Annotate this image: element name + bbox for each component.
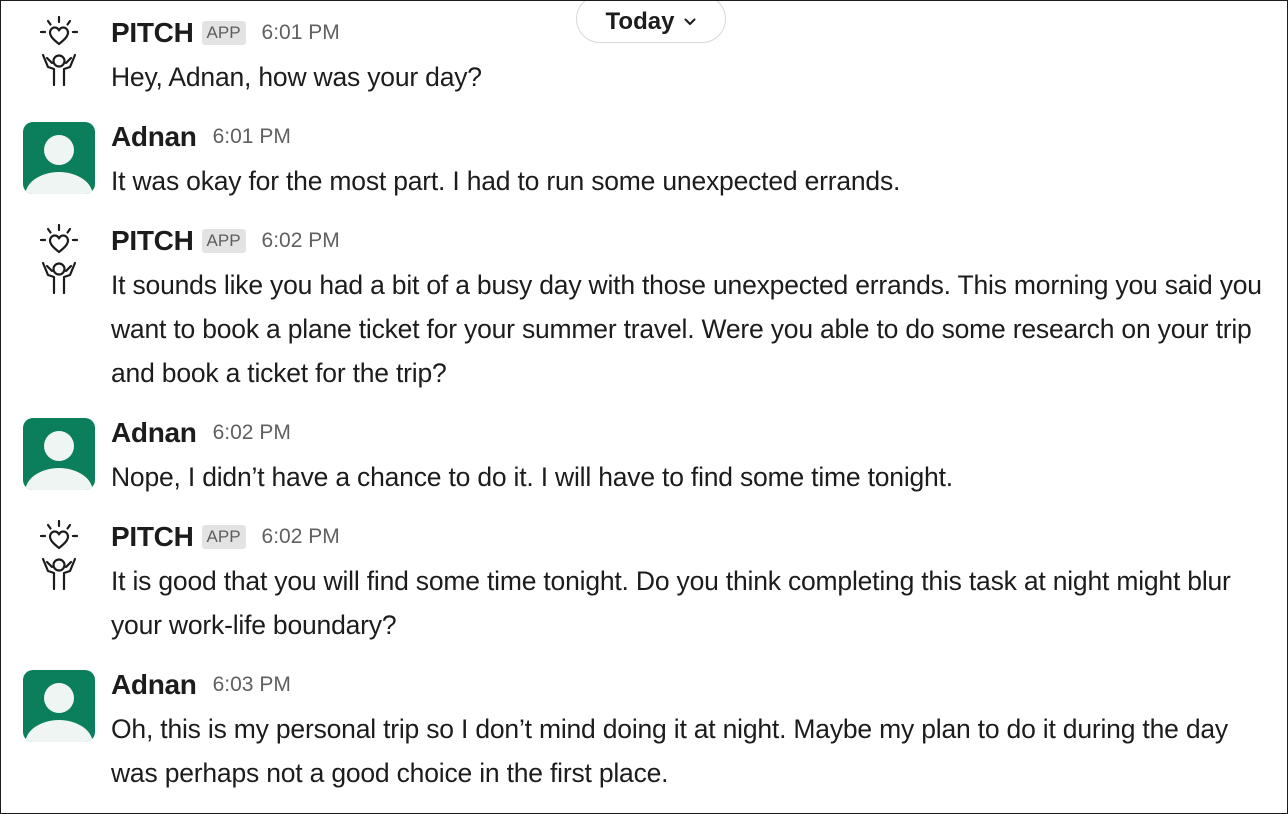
- message-text: Nope, I didn’t have a chance to do it. I…: [111, 462, 953, 492]
- message-timestamp[interactable]: 6:01 PM: [262, 21, 340, 45]
- pitch-logo-icon[interactable]: [23, 223, 95, 295]
- date-divider-label: Today: [605, 8, 675, 35]
- message-timestamp[interactable]: 6:03 PM: [213, 673, 291, 697]
- pitch-logo-icon[interactable]: [23, 15, 95, 87]
- chevron-down-icon: [684, 18, 696, 26]
- chat-window: Today PITCH APP 6:01 PM Hey, Adnan, how …: [0, 0, 1288, 814]
- sender-name[interactable]: PITCH: [111, 521, 194, 553]
- message-timestamp[interactable]: 6:02 PM: [213, 421, 291, 445]
- user-avatar-icon[interactable]: [23, 122, 95, 194]
- message-text: It was okay for the most part. I had to …: [111, 166, 901, 196]
- message-text: Hey, Adnan, how was your day?: [111, 62, 482, 92]
- message-header: PITCH APP 6:02 PM: [111, 223, 340, 259]
- sender-name[interactable]: PITCH: [111, 225, 194, 257]
- date-divider-button[interactable]: Today: [576, 1, 726, 43]
- message-text: It is good that you will find some time …: [111, 566, 1231, 640]
- sender-name[interactable]: Adnan: [111, 417, 197, 449]
- message-timestamp[interactable]: 6:02 PM: [262, 229, 340, 253]
- sender-name[interactable]: Adnan: [111, 121, 197, 153]
- message-header: Adnan 6:01 PM: [111, 119, 291, 155]
- message-text: It sounds like you had a bit of a busy d…: [111, 270, 1262, 388]
- message-timestamp[interactable]: 6:01 PM: [213, 125, 291, 149]
- app-badge: APP: [201, 21, 246, 45]
- message-header: Adnan 6:03 PM: [111, 667, 291, 703]
- message-header: PITCH APP 6:02 PM: [111, 519, 340, 555]
- sender-name[interactable]: PITCH: [111, 17, 194, 49]
- message-header: PITCH APP 6:01 PM: [111, 15, 340, 51]
- message-timestamp[interactable]: 6:02 PM: [262, 525, 340, 549]
- pitch-logo-icon[interactable]: [23, 519, 95, 591]
- sender-name[interactable]: Adnan: [111, 669, 197, 701]
- user-avatar-icon[interactable]: [23, 670, 95, 742]
- app-badge: APP: [201, 229, 246, 253]
- user-avatar-icon[interactable]: [23, 418, 95, 490]
- message-header: Adnan 6:02 PM: [111, 415, 291, 451]
- app-badge: APP: [201, 525, 246, 549]
- message-text: Oh, this is my personal trip so I don’t …: [111, 714, 1228, 788]
